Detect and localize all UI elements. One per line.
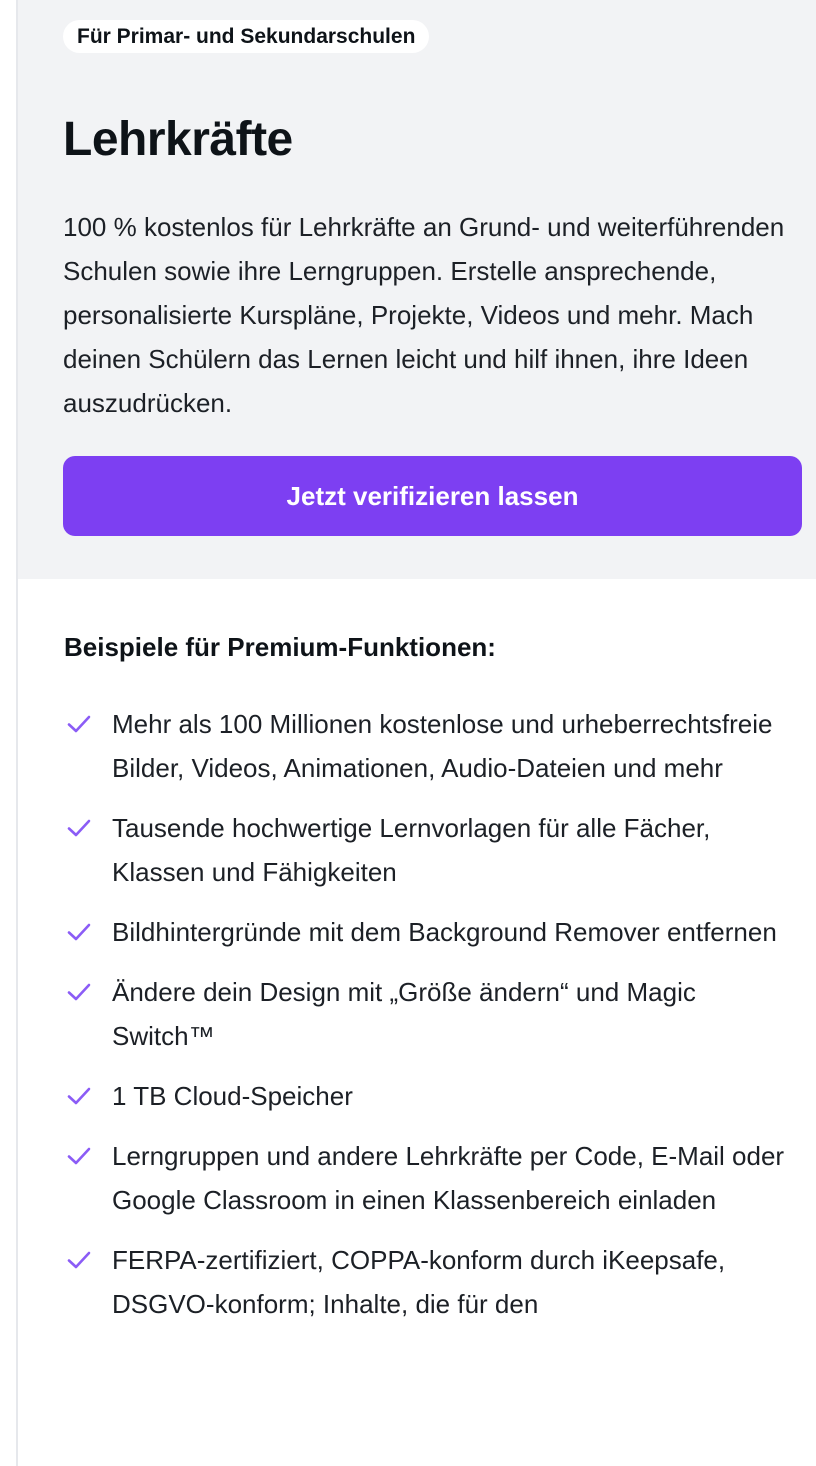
feature-text: 1 TB Cloud-Speicher: [112, 1081, 353, 1111]
check-icon: [67, 1147, 91, 1165]
teacher-plan-hero: Für Primar- und Sekundarschulen Lehrkräf…: [18, 0, 816, 579]
premium-features-section: Beispiele für Premium-Funktionen: Mehr a…: [18, 579, 816, 1466]
features-heading: Beispiele für Premium-Funktionen:: [64, 632, 496, 662]
page: Für Primar- und Sekundarschulen Lehrkräf…: [0, 0, 816, 1466]
feature-text: Ändere dein Design mit „Größe ändern“ un…: [112, 977, 696, 1051]
list-item: FERPA-zertifiziert, COPPA-konform durch …: [64, 1238, 804, 1326]
verify-button[interactable]: Jetzt verifizieren lassen: [63, 456, 802, 536]
feature-text: Lerngruppen und andere Lehrkräfte per Co…: [112, 1141, 785, 1215]
plan-title: Lehrkräfte: [63, 113, 293, 166]
list-item: Lerngruppen und andere Lehrkräfte per Co…: [64, 1134, 804, 1222]
check-icon: [67, 715, 91, 733]
feature-list: Mehr als 100 Millionen kostenlose und ur…: [64, 702, 804, 1342]
list-item: Ändere dein Design mit „Größe ändern“ un…: [64, 970, 804, 1058]
list-item: 1 TB Cloud-Speicher: [64, 1074, 804, 1118]
plan-description: 100 % kostenlos für Lehrkräfte an Grund-…: [63, 212, 785, 418]
feature-text: Tausende hochwertige Lernvorlagen für al…: [112, 813, 711, 887]
school-level-badge: Für Primar- und Sekundarschulen: [63, 20, 430, 53]
list-item: Mehr als 100 Millionen kostenlose und ur…: [64, 702, 804, 790]
check-icon: [67, 1087, 91, 1105]
feature-text: Mehr als 100 Millionen kostenlose und ur…: [112, 709, 773, 783]
list-item: Tausende hochwertige Lernvorlagen für al…: [64, 806, 804, 894]
list-item: Bildhintergründe mit dem Background Remo…: [64, 910, 804, 954]
left-divider: [0, 0, 18, 1466]
check-icon: [67, 983, 91, 1001]
feature-text: Bildhintergründe mit dem Background Remo…: [112, 917, 777, 947]
check-icon: [67, 923, 91, 941]
check-icon: [67, 819, 91, 837]
feature-text: FERPA-zertifiziert, COPPA-konform durch …: [112, 1245, 726, 1319]
check-icon: [67, 1251, 91, 1269]
